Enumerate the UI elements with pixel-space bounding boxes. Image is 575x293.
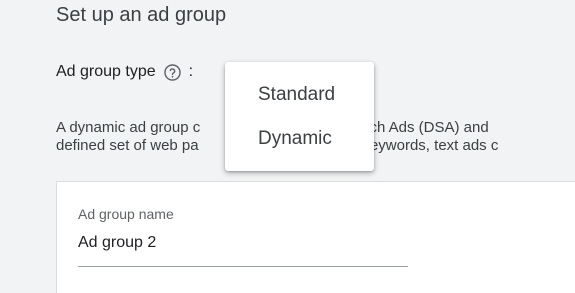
ad-group-type-label: Ad group type (56, 63, 156, 80)
menu-item-dynamic[interactable]: Dynamic (225, 117, 374, 161)
menu-item-standard[interactable]: Standard (225, 73, 374, 117)
description-line2-start: defined set of web pa (56, 137, 199, 154)
help-circle-icon[interactable] (163, 62, 183, 82)
ad-group-type-row: Ad group type : (56, 62, 193, 82)
description-line1-start: A dynamic ad group c (56, 119, 201, 136)
page-title: Set up an ad group (56, 4, 227, 26)
ad-group-type-colon: : (188, 63, 194, 80)
ad-group-name-label: Ad group name (78, 206, 174, 222)
ad-group-name-underline (78, 266, 408, 267)
ad-group-type-menu: Standard Dynamic (225, 62, 374, 171)
ad-group-name-input[interactable]: Ad group 2 (78, 234, 156, 252)
ad-group-name-card: Ad group name Ad group 2 (56, 181, 575, 293)
